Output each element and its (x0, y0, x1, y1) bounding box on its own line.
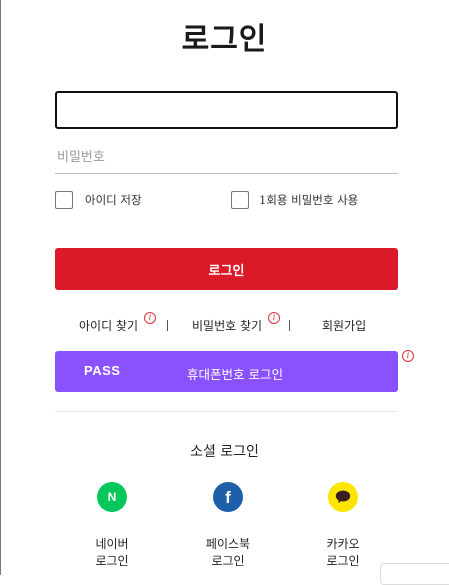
kakao-icon[interactable] (328, 482, 358, 512)
link-separator (167, 320, 168, 331)
facebook-label-line1: 페이스북 (205, 537, 251, 551)
kakao-label-line2: 로그인 (326, 554, 360, 568)
naver-login-label: 네이버 로그인 (72, 536, 152, 570)
one-time-password-checkbox[interactable] (231, 191, 249, 209)
pass-login-button[interactable]: PASS 휴대폰번호 로그인 (55, 351, 398, 392)
one-time-password-option[interactable]: 1회용 비밀번호 사용 (231, 190, 358, 210)
naver-glyph: N (107, 490, 117, 504)
section-divider (55, 411, 398, 412)
floating-widget (380, 563, 449, 585)
facebook-label-line2: 로그인 (211, 554, 245, 568)
find-password-info-icon[interactable]: i (268, 312, 280, 324)
save-id-label: 아이디 저장 (85, 193, 142, 207)
facebook-icon[interactable]: f (213, 482, 243, 512)
facebook-login-label: 페이스북 로그인 (188, 536, 268, 570)
save-id-checkbox[interactable] (55, 191, 73, 209)
page-title: 로그인 (181, 22, 268, 57)
social-login-title: 소셜 로그인 (190, 444, 259, 460)
kakao-speech-bubble-icon (335, 490, 351, 503)
signup-link[interactable]: 회원가입 (322, 317, 366, 334)
left-edge-line (0, 0, 1, 575)
id-input[interactable] (55, 91, 398, 129)
link-separator (289, 320, 290, 331)
password-input[interactable] (55, 141, 398, 174)
pass-info-icon[interactable]: i (402, 350, 414, 362)
facebook-glyph: f (225, 488, 231, 507)
one-time-password-label: 1회용 비밀번호 사용 (259, 193, 359, 207)
naver-label-line1: 네이버 (95, 537, 129, 551)
pass-login-label: 휴대폰번호 로그인 (187, 367, 283, 382)
kakao-login[interactable]: 카카오 로그인 (303, 482, 383, 570)
login-button[interactable]: 로그인 (55, 248, 398, 290)
naver-login[interactable]: N 네이버 로그인 (72, 482, 152, 570)
naver-label-line2: 로그인 (95, 554, 129, 568)
find-id-link[interactable]: 아이디 찾기 (79, 317, 138, 334)
facebook-login[interactable]: f 페이스북 로그인 (188, 482, 268, 570)
pass-logo: PASS (84, 363, 121, 378)
kakao-login-label: 카카오 로그인 (303, 536, 383, 570)
find-password-link[interactable]: 비밀번호 찾기 (192, 317, 262, 334)
account-links: 아이디 찾기 i 비밀번호 찾기 i 회원가입 (55, 312, 398, 334)
find-id-info-icon[interactable]: i (144, 312, 156, 324)
naver-icon[interactable]: N (97, 482, 127, 512)
kakao-label-line1: 카카오 (326, 537, 360, 551)
save-id-option[interactable]: 아이디 저장 (55, 190, 142, 210)
